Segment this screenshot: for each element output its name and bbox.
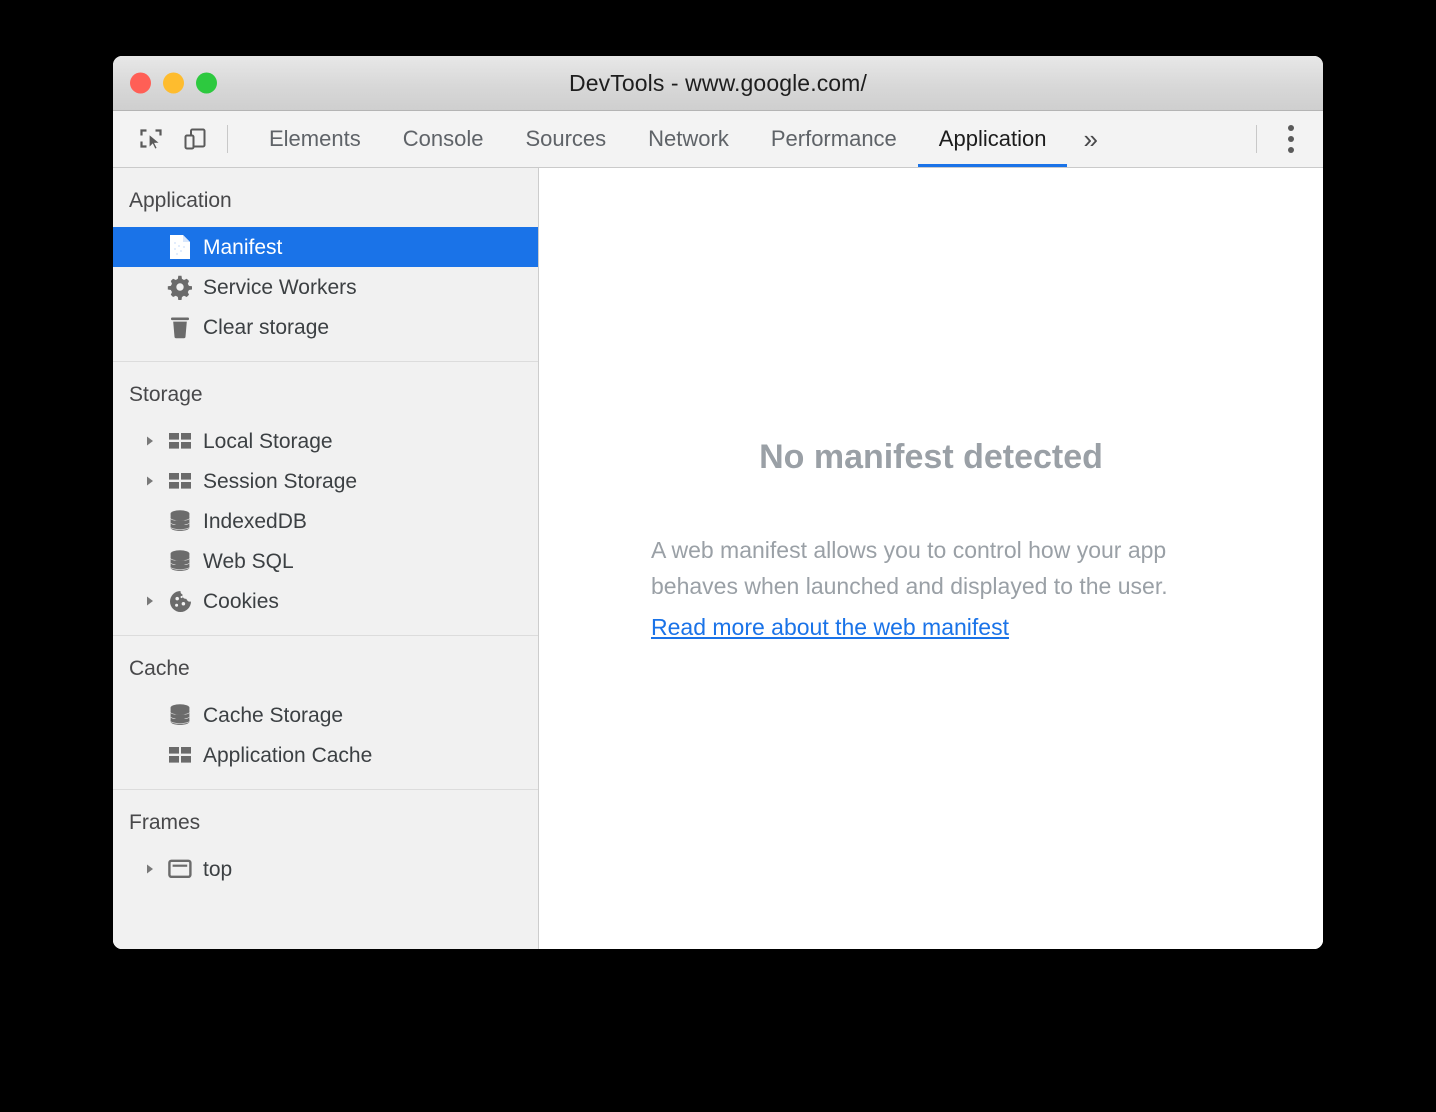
kebab-menu-icon bbox=[1288, 147, 1294, 153]
panel-tabs: Elements Console Sources Network Perform… bbox=[248, 111, 1114, 167]
tab-network[interactable]: Network bbox=[627, 111, 750, 167]
sidebar-item-label: Web SQL bbox=[203, 549, 294, 573]
window-controls bbox=[130, 72, 217, 94]
tab-label: Network bbox=[648, 126, 729, 151]
empty-state-description-text: A web manifest allows you to control how… bbox=[651, 537, 1168, 599]
chevron-right-icon[interactable] bbox=[143, 862, 163, 876]
sidebar-section-frames: Frames top bbox=[113, 790, 538, 903]
tab-label: Performance bbox=[770, 126, 897, 151]
sidebar-section-cache: Cache Cache Storage Application Cache bbox=[113, 636, 538, 790]
table-icon bbox=[163, 431, 197, 451]
sidebar-item-session-storage[interactable]: Session Storage bbox=[113, 461, 538, 501]
devtools-window: DevTools - www.google.com/ Elements Cons… bbox=[113, 56, 1323, 949]
empty-state-description: A web manifest allows you to control how… bbox=[651, 533, 1211, 646]
close-window-button[interactable] bbox=[130, 72, 151, 94]
sidebar-item-clear-storage[interactable]: Clear storage bbox=[113, 307, 538, 347]
frame-icon bbox=[163, 859, 197, 879]
sidebar-item-local-storage[interactable]: Local Storage bbox=[113, 421, 538, 461]
minimize-window-button[interactable] bbox=[163, 72, 184, 94]
section-title: Cache bbox=[129, 657, 190, 680]
chevron-right-icon[interactable] bbox=[143, 474, 163, 488]
database-icon bbox=[163, 703, 197, 727]
device-toolbar-button[interactable] bbox=[173, 111, 217, 167]
section-items: top bbox=[113, 849, 538, 903]
sidebar-item-label: Service Workers bbox=[203, 275, 357, 299]
sidebar-item-indexeddb[interactable]: IndexedDB bbox=[113, 501, 538, 541]
sidebar-item-top-frame[interactable]: top bbox=[113, 849, 538, 889]
sidebar-item-label: Application Cache bbox=[203, 743, 373, 767]
inspect-element-button[interactable] bbox=[129, 111, 173, 167]
read-more-link[interactable]: Read more about the web manifest bbox=[651, 610, 1009, 646]
sidebar-item-label: Cookies bbox=[203, 589, 279, 613]
tab-performance[interactable]: Performance bbox=[750, 111, 918, 167]
sidebar-item-cache-storage[interactable]: Cache Storage bbox=[113, 695, 538, 735]
tab-label: Console bbox=[402, 126, 484, 151]
manifest-view: No manifest detected A web manifest allo… bbox=[539, 168, 1323, 949]
kebab-menu-icon bbox=[1288, 136, 1294, 142]
chevron-right-icon[interactable] bbox=[143, 434, 163, 448]
trash-icon bbox=[163, 314, 197, 340]
sidebar-item-cookies[interactable]: Cookies bbox=[113, 581, 538, 621]
kebab-menu-icon bbox=[1288, 125, 1294, 131]
maximize-window-button[interactable] bbox=[196, 72, 217, 94]
sidebar-item-application-cache[interactable]: Application Cache bbox=[113, 735, 538, 775]
table-icon bbox=[163, 471, 197, 491]
application-panel: Application Manifest Service Workers Cle… bbox=[113, 168, 1323, 949]
devtools-toolbar: Elements Console Sources Network Perform… bbox=[113, 111, 1323, 168]
device-toolbar-icon bbox=[182, 126, 208, 152]
chevron-double-right-icon: » bbox=[1083, 123, 1098, 154]
empty-state: No manifest detected A web manifest allo… bbox=[539, 438, 1323, 646]
section-title: Storage bbox=[129, 383, 203, 406]
tab-console[interactable]: Console bbox=[382, 111, 505, 167]
more-tabs-button[interactable]: » bbox=[1067, 111, 1113, 167]
sidebar-item-label: top bbox=[203, 857, 233, 881]
tab-label: Sources bbox=[525, 126, 607, 151]
sidebar-section-storage: Storage Local Storage Session Storage In… bbox=[113, 362, 538, 636]
sidebar-item-label: Clear storage bbox=[203, 315, 330, 339]
tab-elements[interactable]: Elements bbox=[248, 111, 382, 167]
section-items: Local Storage Session Storage IndexedDB … bbox=[113, 421, 538, 635]
application-sidebar[interactable]: Application Manifest Service Workers Cle… bbox=[113, 168, 539, 949]
document-icon bbox=[163, 234, 197, 260]
tab-label: Elements bbox=[269, 126, 361, 151]
sidebar-item-service-workers[interactable]: Service Workers bbox=[113, 267, 538, 307]
chevron-right-icon[interactable] bbox=[143, 594, 163, 608]
section-items: Cache Storage Application Cache bbox=[113, 695, 538, 789]
main-menu-button[interactable] bbox=[1267, 111, 1315, 167]
window-title: DevTools - www.google.com/ bbox=[569, 69, 867, 96]
sidebar-item-label: Session Storage bbox=[203, 469, 358, 493]
sidebar-item-manifest[interactable]: Manifest bbox=[113, 227, 538, 267]
table-icon bbox=[163, 745, 197, 765]
database-icon bbox=[163, 509, 197, 533]
gear-icon bbox=[163, 274, 197, 300]
empty-state-title: No manifest detected bbox=[759, 438, 1103, 476]
section-items: Manifest Service Workers Clear storage bbox=[113, 227, 538, 361]
toolbar-divider bbox=[227, 125, 228, 153]
section-title: Application bbox=[129, 189, 232, 212]
sidebar-section-application: Application Manifest Service Workers Cle… bbox=[113, 168, 538, 362]
sidebar-item-label: IndexedDB bbox=[203, 509, 307, 533]
section-title: Frames bbox=[129, 811, 201, 834]
tab-label: Application bbox=[938, 126, 1047, 151]
tab-application[interactable]: Application bbox=[917, 111, 1068, 167]
database-icon bbox=[163, 549, 197, 573]
window-titlebar: DevTools - www.google.com/ bbox=[113, 56, 1323, 111]
toolbar-divider-right bbox=[1256, 125, 1257, 153]
sidebar-item-web-sql[interactable]: Web SQL bbox=[113, 541, 538, 581]
inspect-element-icon bbox=[138, 126, 164, 152]
cookie-icon bbox=[163, 589, 197, 614]
tab-sources[interactable]: Sources bbox=[504, 111, 627, 167]
sidebar-item-label: Cache Storage bbox=[203, 703, 344, 727]
sidebar-item-label: Manifest bbox=[203, 235, 283, 259]
sidebar-item-label: Local Storage bbox=[203, 429, 333, 453]
